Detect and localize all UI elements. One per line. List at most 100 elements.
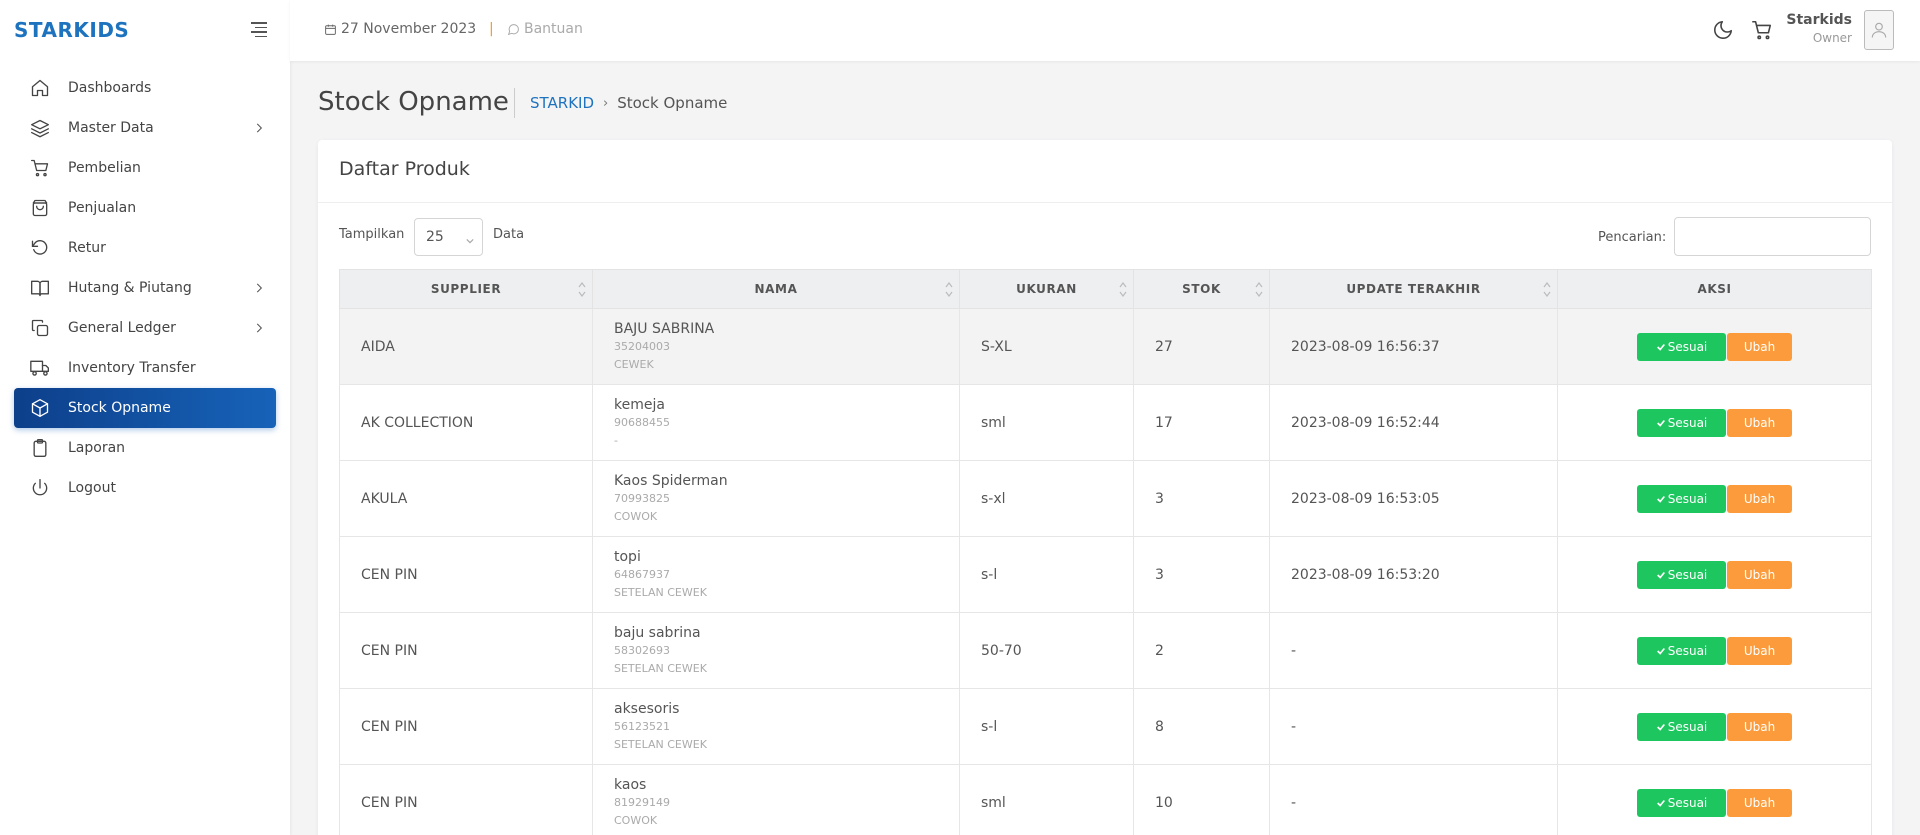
- table-row: CEN PIN kaos 81929149 COWOK sml 10 - Ses…: [339, 764, 1872, 835]
- ubah-button[interactable]: Ubah: [1727, 332, 1792, 361]
- shopping-bag-icon: [30, 198, 50, 218]
- breadcrumb-home-link[interactable]: STARKID: [530, 94, 594, 112]
- cell-size: s-l: [959, 536, 1134, 613]
- sort-icon: [1543, 281, 1551, 298]
- sidebar-item-pembelian[interactable]: Pembelian: [14, 148, 276, 188]
- sidebar-item-stock-opname[interactable]: Stock Opname: [14, 388, 276, 428]
- table-row: CEN PIN topi 64867937 SETELAN CEWEK s-l …: [339, 536, 1872, 613]
- header-separator: |: [489, 21, 494, 37]
- ubah-button[interactable]: Ubah: [1727, 636, 1792, 665]
- column-header-ukuran[interactable]: UKURAN: [959, 269, 1134, 309]
- sidebar-item-inventory-transfer[interactable]: Inventory Transfer: [14, 348, 276, 388]
- check-icon: [1656, 799, 1665, 807]
- column-header-nama[interactable]: NAMA: [592, 269, 960, 309]
- sesuai-button[interactable]: Sesuai: [1637, 636, 1726, 665]
- top-header: 27 November 2023 | Bantuan Starkids Owne…: [290, 0, 1920, 61]
- ubah-button[interactable]: Ubah: [1727, 560, 1792, 589]
- sidebar-item-penjualan[interactable]: Penjualan: [14, 188, 276, 228]
- breadcrumb-divider: [514, 88, 515, 118]
- page-length-value: 25: [426, 229, 444, 245]
- sesuai-button[interactable]: Sesuai: [1637, 712, 1726, 741]
- sesuai-button[interactable]: Sesuai: [1637, 788, 1726, 817]
- chevron-right-icon: [252, 121, 266, 135]
- cell-product: topi 64867937 SETELAN CEWEK: [592, 536, 960, 613]
- sidebar-item-general-ledger[interactable]: General Ledger: [14, 308, 276, 348]
- cell-stock: 17: [1133, 384, 1270, 461]
- moon-icon[interactable]: [1712, 19, 1734, 41]
- product-table: SUPPLIER NAMA UKURAN STOK UPDATE TERAKHI…: [339, 269, 1872, 835]
- user-icon: [1871, 22, 1887, 38]
- cell-supplier: CEN PIN: [339, 688, 593, 765]
- ubah-button[interactable]: Ubah: [1727, 484, 1792, 513]
- column-header-supplier[interactable]: SUPPLIER: [339, 269, 593, 309]
- cell-product: baju sabrina 58302693 SETELAN CEWEK: [592, 612, 960, 689]
- table-row: AIDA BAJU SABRINA 35204003 CEWEK S-XL 27…: [339, 308, 1872, 385]
- sidebar-item-label: Laporan: [68, 440, 126, 456]
- page-length-suffix: Data: [493, 227, 525, 242]
- help-link[interactable]: Bantuan: [507, 21, 583, 37]
- sidebar-item-master-data[interactable]: Master Data: [14, 108, 276, 148]
- product-category: SETELAN CEWEK: [614, 585, 707, 599]
- column-header-stok[interactable]: STOK: [1133, 269, 1270, 309]
- box-icon: [30, 398, 50, 418]
- cart-icon: [30, 158, 50, 178]
- brand-logo[interactable]: STARKIDS: [14, 18, 129, 42]
- chevron-right-icon: [252, 281, 266, 295]
- cell-supplier: CEN PIN: [339, 612, 593, 689]
- clipboard-icon: [30, 438, 50, 458]
- sidebar-item-label: Logout: [68, 480, 116, 496]
- cell-product: Kaos Spiderman 70993825 COWOK: [592, 460, 960, 537]
- product-category: COWOK: [614, 509, 658, 523]
- cell-supplier: AIDA: [339, 308, 593, 385]
- sesuai-button[interactable]: Sesuai: [1637, 332, 1726, 361]
- sidebar-item-retur[interactable]: Retur: [14, 228, 276, 268]
- sidebar-item-laporan[interactable]: Laporan: [14, 428, 276, 468]
- cell-supplier: CEN PIN: [339, 536, 593, 613]
- product-category: -: [614, 433, 618, 447]
- table-row: CEN PIN aksesoris 56123521 SETELAN CEWEK…: [339, 688, 1872, 765]
- table-row: AK COLLECTION kemeja 90688455 - sml 17 2…: [339, 384, 1872, 461]
- truck-icon: [30, 358, 50, 378]
- sidebar-item-dashboards[interactable]: Dashboards: [14, 68, 276, 108]
- menu-toggle-icon[interactable]: [251, 22, 267, 37]
- cell-updated: -: [1269, 612, 1558, 689]
- sort-icon: [578, 281, 586, 298]
- avatar[interactable]: [1864, 10, 1894, 50]
- chevron-right-icon: [252, 321, 266, 335]
- product-category: COWOK: [614, 813, 658, 827]
- sidebar-item-label: Stock Opname: [68, 400, 171, 416]
- sort-icon: [1119, 281, 1127, 298]
- sidebar-item-logout[interactable]: Logout: [14, 468, 276, 508]
- column-header-update-terakhir[interactable]: UPDATE TERAKHIR: [1269, 269, 1558, 309]
- sidebar-item-label: Pembelian: [68, 160, 141, 176]
- column-header-aksi: AKSI: [1557, 269, 1872, 309]
- product-code: 35204003: [614, 339, 670, 353]
- check-icon: [1656, 419, 1665, 427]
- user-role: Owner: [1812, 31, 1852, 45]
- cart-icon[interactable]: [1751, 19, 1773, 41]
- sort-icon: [1255, 281, 1263, 298]
- ubah-button[interactable]: Ubah: [1727, 788, 1792, 817]
- product-code: 81929149: [614, 795, 670, 809]
- ubah-button[interactable]: Ubah: [1727, 408, 1792, 437]
- ubah-button[interactable]: Ubah: [1727, 712, 1792, 741]
- search-input[interactable]: [1674, 217, 1871, 256]
- product-list-card: Daftar Produk Tampilkan 25 Data Pencaria…: [318, 140, 1892, 835]
- cell-supplier: AKULA: [339, 460, 593, 537]
- product-name: baju sabrina: [614, 624, 701, 641]
- sesuai-button[interactable]: Sesuai: [1637, 560, 1726, 589]
- product-name: Kaos Spiderman: [614, 472, 728, 489]
- product-code: 70993825: [614, 491, 670, 505]
- sesuai-button[interactable]: Sesuai: [1637, 484, 1726, 513]
- sidebar-item-hutang-piutang[interactable]: Hutang & Piutang: [14, 268, 276, 308]
- check-icon: [1656, 495, 1665, 503]
- user-name[interactable]: Starkids: [1786, 12, 1852, 28]
- cell-product: BAJU SABRINA 35204003 CEWEK: [592, 308, 960, 385]
- copy-icon: [30, 318, 50, 338]
- page-length-select[interactable]: 25: [414, 218, 483, 256]
- sesuai-button[interactable]: Sesuai: [1637, 408, 1726, 437]
- cell-stock: 3: [1133, 536, 1270, 613]
- cell-supplier: CEN PIN: [339, 764, 593, 835]
- sidebar-item-label: Penjualan: [68, 200, 137, 216]
- cell-updated: 2023-08-09 16:52:44: [1269, 384, 1558, 461]
